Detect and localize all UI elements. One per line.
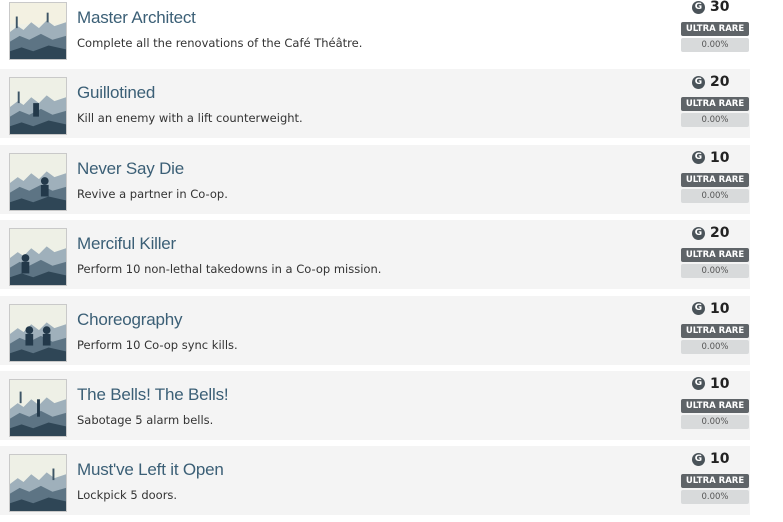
rarity-badge: ULTRA RARE bbox=[681, 323, 749, 338]
achievement-description: Lockpick 5 doors. bbox=[77, 488, 178, 503]
paris-rooftops-image bbox=[10, 379, 66, 436]
rarity-badge: ULTRA RARE bbox=[681, 172, 749, 187]
gamerscore: G 20 bbox=[692, 74, 729, 90]
achievement-title[interactable]: Guillotined bbox=[77, 83, 155, 103]
gamerscore: G 10 bbox=[692, 150, 729, 166]
unlock-percent: 0.00% bbox=[681, 264, 749, 279]
achievement-list: Master Architect Complete all the renova… bbox=[0, 0, 783, 522]
achievement-row[interactable]: Merciful Killer Perform 10 non-lethal ta… bbox=[0, 220, 750, 290]
points-value: 20 bbox=[710, 225, 730, 242]
paris-rooftops-image bbox=[10, 455, 66, 512]
achievement-thumbnail[interactable] bbox=[9, 454, 67, 513]
gamerscore: G 10 bbox=[692, 301, 729, 317]
gamerscore: G 10 bbox=[692, 451, 729, 467]
rarity-badge: ULTRA RARE bbox=[681, 398, 749, 413]
achievement-title[interactable]: Choreography bbox=[77, 310, 183, 330]
achievement-description: Perform 10 Co-op sync kills. bbox=[77, 337, 238, 352]
achievement-row[interactable]: Must've Left it Open Lockpick 5 doors. G… bbox=[0, 446, 750, 516]
achievement-row[interactable]: Guillotined Kill an enemy with a lift co… bbox=[0, 69, 750, 139]
gamerscore-icon: G bbox=[692, 0, 705, 14]
achievement-description: Perform 10 non-lethal takedowns in a Co-… bbox=[77, 262, 382, 277]
paris-rooftops-image bbox=[10, 3, 66, 59]
gamerscore-icon: G bbox=[692, 75, 705, 89]
gamerscore: G 20 bbox=[692, 225, 729, 241]
achievement-description: Complete all the renovations of the Café… bbox=[77, 36, 363, 50]
rarity-badge: ULTRA RARE bbox=[681, 474, 749, 489]
achievement-title[interactable]: Merciful Killer bbox=[77, 234, 176, 254]
achievement-row[interactable]: Master Architect Complete all the renova… bbox=[0, 0, 750, 63]
gamerscore: G 30 bbox=[692, 0, 729, 15]
achievement-thumbnail[interactable] bbox=[9, 303, 67, 362]
achievement-description: Revive a partner in Co-op. bbox=[77, 186, 228, 201]
points-value: 10 bbox=[710, 300, 730, 317]
points-value: 10 bbox=[710, 149, 730, 166]
unlock-percent: 0.00% bbox=[681, 339, 749, 354]
paris-rooftops-image bbox=[10, 78, 66, 135]
points-value: 30 bbox=[710, 0, 730, 15]
achievement-row[interactable]: The Bells! The Bells! Sabotage 5 alarm b… bbox=[0, 370, 750, 440]
points-value: 10 bbox=[710, 375, 730, 392]
achievement-title[interactable]: Master Architect bbox=[77, 8, 196, 28]
gamerscore-icon: G bbox=[692, 377, 705, 391]
unlock-percent: 0.00% bbox=[681, 188, 749, 203]
gamerscore-icon: G bbox=[692, 302, 705, 316]
achievement-thumbnail[interactable] bbox=[9, 77, 67, 136]
unlock-percent: 0.00% bbox=[681, 490, 749, 505]
paris-rooftops-image bbox=[10, 229, 66, 286]
gamerscore: G 10 bbox=[692, 376, 729, 392]
achievement-title[interactable]: The Bells! The Bells! bbox=[77, 385, 229, 405]
achievement-thumbnail[interactable] bbox=[9, 228, 67, 287]
gamerscore-icon: G bbox=[692, 151, 705, 165]
achievement-row[interactable]: Never Say Die Revive a partner in Co-op.… bbox=[0, 144, 750, 214]
points-value: 10 bbox=[710, 451, 730, 468]
achievement-description: Sabotage 5 alarm bells. bbox=[77, 412, 214, 427]
unlock-percent: 0.00% bbox=[681, 38, 749, 52]
achievement-thumbnail[interactable] bbox=[9, 152, 67, 211]
paris-rooftops-image bbox=[10, 153, 66, 210]
achievement-title[interactable]: Never Say Die bbox=[77, 159, 184, 179]
gamerscore-icon: G bbox=[692, 452, 705, 466]
rarity-badge: ULTRA RARE bbox=[681, 248, 749, 263]
rarity-badge: ULTRA RARE bbox=[681, 97, 749, 112]
gamerscore-icon: G bbox=[692, 226, 705, 240]
unlock-percent: 0.00% bbox=[681, 414, 749, 429]
achievement-title[interactable]: Must've Left it Open bbox=[77, 460, 224, 480]
achievement-description: Kill an enemy with a lift counterweight. bbox=[77, 111, 303, 126]
achievement-row[interactable]: Choreography Perform 10 Co-op sync kills… bbox=[0, 295, 750, 365]
achievement-thumbnail[interactable] bbox=[9, 2, 67, 60]
achievement-thumbnail[interactable] bbox=[9, 378, 67, 437]
points-value: 20 bbox=[710, 74, 730, 91]
rarity-badge: ULTRA RARE bbox=[681, 22, 749, 36]
paris-rooftops-image bbox=[10, 304, 66, 361]
unlock-percent: 0.00% bbox=[681, 113, 749, 128]
